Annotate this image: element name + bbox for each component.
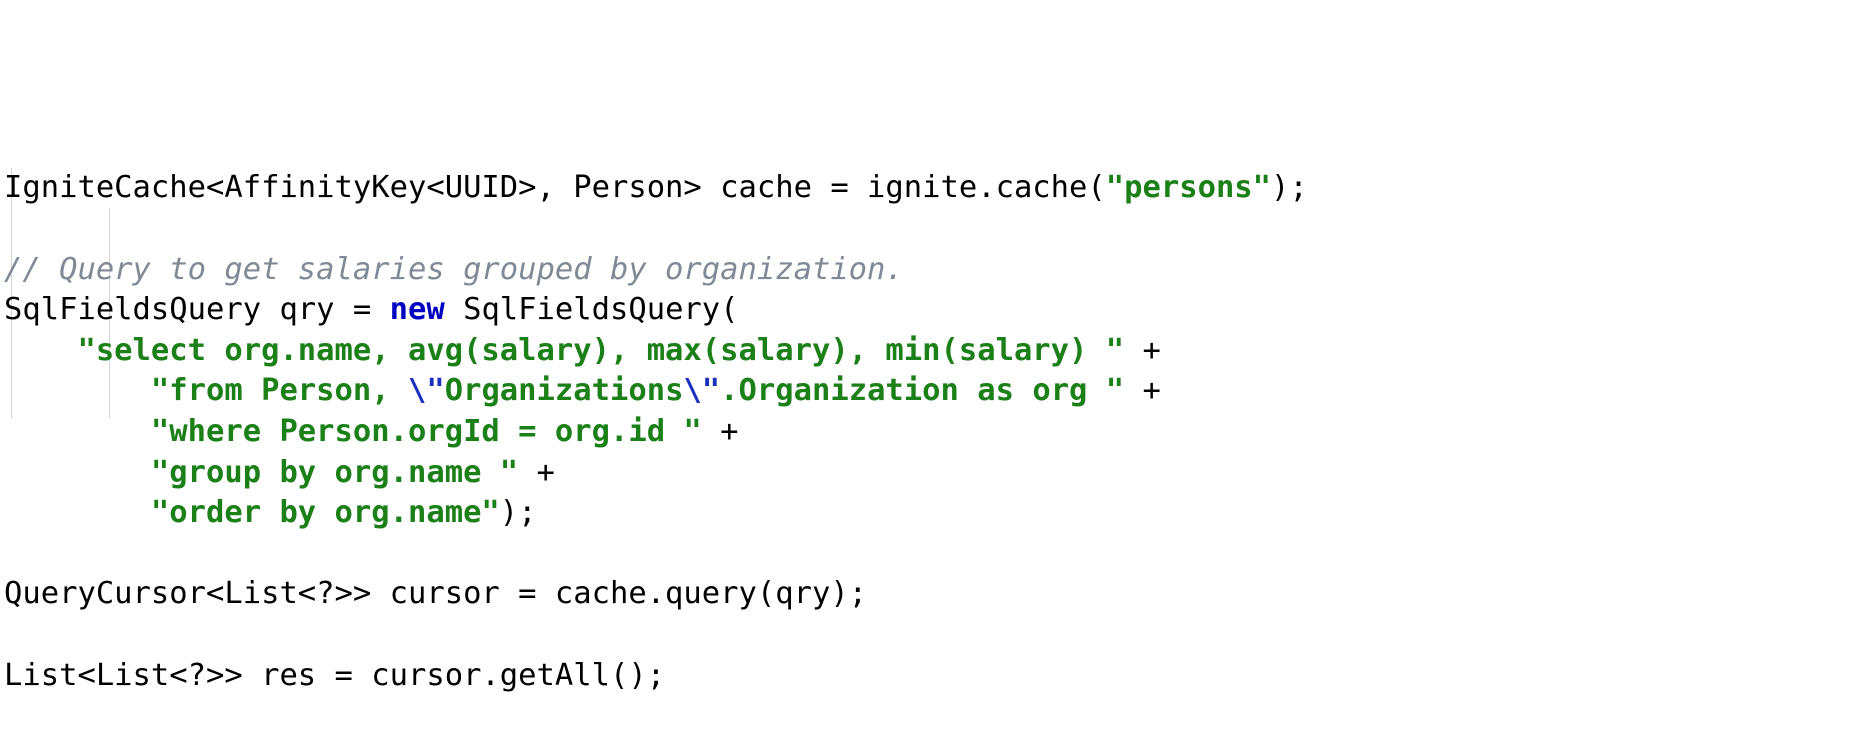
code-token-plain: + (1124, 332, 1161, 368)
code-token-plain: + (518, 454, 555, 490)
code-lines-container: IgniteCache<AffinityKey<UUID>, Person> c… (4, 168, 1859, 696)
code-token-string: "where Person.orgId = org.id " (150, 413, 702, 449)
code-token-escape: \" (683, 373, 721, 409)
code-token-string: Organizations (444, 373, 684, 409)
code-line: "select org.name, avg(salary), max(salar… (4, 331, 1859, 372)
code-line: "where Person.orgId = org.id " + (4, 412, 1859, 453)
code-token-plain: + (1124, 373, 1161, 409)
code-token-string: "persons" (1105, 170, 1272, 206)
code-line: "order by org.name"); (4, 493, 1859, 534)
code-token-string: "from Person, (150, 373, 408, 409)
code-token-plain: SqlFieldsQuery( (444, 292, 739, 328)
code-token-plain: IgniteCache<AffinityKey<UUID>, Person> c… (4, 170, 1106, 206)
code-line: QueryCursor<List<?>> cursor = cache.quer… (4, 574, 1859, 615)
code-token-comment: // Query to get salaries grouped by orga… (4, 251, 904, 287)
code-token-plain: QueryCursor<List<?>> cursor = cache.quer… (4, 576, 868, 612)
code-token-plain: SqlFieldsQuery qry = (4, 292, 390, 328)
code-token-plain: List<List<?>> res = cursor.getAll(); (4, 657, 666, 693)
code-line: // Query to get salaries grouped by orga… (4, 250, 1859, 291)
code-line: List<List<?>> res = cursor.getAll(); (4, 656, 1859, 697)
code-token-string: .Organization as org " (720, 373, 1125, 409)
code-token-string: "select org.name, avg(salary), max(salar… (77, 332, 1125, 368)
code-token-plain: ); (1271, 170, 1308, 206)
code-token-plain: ); (499, 495, 537, 531)
code-token-plain: + (701, 413, 739, 449)
code-line: "group by org.name " + (4, 453, 1859, 494)
code-token-escape: \" (407, 373, 445, 409)
code-line: SqlFieldsQuery qry = new SqlFieldsQuery( (4, 290, 1859, 331)
code-token-keyword: new (389, 292, 445, 328)
code-block[interactable]: IgniteCache<AffinityKey<UUID>, Person> c… (0, 0, 1859, 737)
code-line: IgniteCache<AffinityKey<UUID>, Person> c… (4, 168, 1859, 209)
code-token-string: "group by org.name " (150, 454, 519, 490)
code-line: "from Person, \"Organizations\".Organiza… (4, 371, 1859, 412)
code-token-string: "order by org.name" (150, 495, 500, 531)
